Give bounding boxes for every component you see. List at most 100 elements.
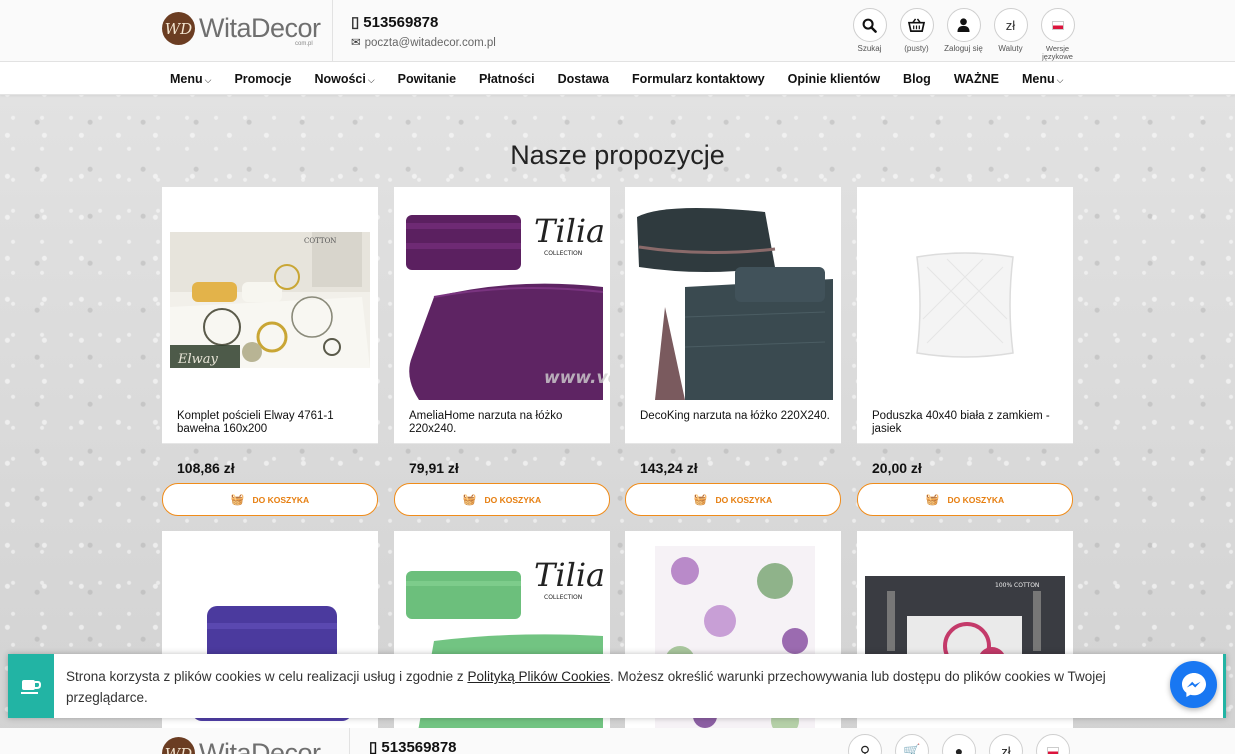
header-icon-bar: Szukaj (pusty) Zaloguj się zł Waluty Wer… <box>846 8 1081 60</box>
phone-number: 513569878 <box>381 739 457 754</box>
product-image[interactable] <box>625 187 841 407</box>
site-logo[interactable]: WD WitaDecor com.pl <box>162 12 321 47</box>
add-to-cart-label: Do koszyka <box>947 494 1005 505</box>
nav-label: Formularz kontaktowy <box>632 71 765 86</box>
section-title: Nasze propozycje <box>510 140 725 170</box>
basket-icon: 🧺 <box>925 494 940 506</box>
cookie-policy-link[interactable]: Polityką Plików Cookies <box>467 669 610 684</box>
product-price: 20,00 zł <box>872 460 922 476</box>
product-card[interactable]: Elway COTTON Komplet pościeli Elway 4761… <box>162 187 378 516</box>
product-card[interactable]: Tilia COLLECTION <box>394 531 610 754</box>
basket-icon[interactable]: 🛒 <box>895 734 929 754</box>
search-icon[interactable]: ⚲ <box>848 734 882 754</box>
language-flag-icon[interactable] <box>1036 734 1070 754</box>
cookie-text-before: Strona korzysta z plików cookies w celu … <box>66 669 468 684</box>
image-caption: Tilia <box>534 556 605 594</box>
nav-item-blog[interactable]: Blog <box>903 72 931 86</box>
card-divider <box>857 443 1073 444</box>
add-to-cart-label: Do koszyka <box>484 494 542 505</box>
logo-mark: WD <box>162 737 195 754</box>
product-image[interactable] <box>625 531 841 754</box>
phone-number: 513569878 <box>363 14 439 31</box>
product-price: 79,91 zł <box>409 460 459 476</box>
card-divider <box>625 443 841 444</box>
nav-label: WAŻNE <box>953 71 999 86</box>
chevron-down-icon: ⌵ <box>367 74 375 85</box>
nav-item-promocje[interactable]: Promocje <box>234 72 291 86</box>
product-image[interactable]: Tilia COLLECTION www.volpoint.pl <box>394 187 610 407</box>
nav-item-powitanie[interactable]: Powitanie <box>398 72 456 86</box>
nav-item-formularz[interactable]: Formularz kontaktowy <box>632 72 765 86</box>
logo-text: WitaDecor <box>199 13 321 43</box>
phone-icon: ▯ <box>369 739 382 754</box>
nav-item-platnosci[interactable]: Płatności <box>479 72 535 86</box>
basket-button[interactable]: (pusty) <box>893 8 940 60</box>
card-divider <box>162 443 378 444</box>
image-caption: COTTON <box>304 237 336 245</box>
chevron-down-icon: ⌵ <box>204 74 212 85</box>
nav-item-menu[interactable]: Menu ⌵ <box>170 72 211 86</box>
main-nav: Menu ⌵ Promocje Nowości ⌵ Powitanie Płatno… <box>0 62 1235 95</box>
login-button[interactable]: Zaloguj się <box>940 8 987 60</box>
basket-icon: 🧺 <box>462 494 477 506</box>
add-to-cart-button[interactable]: 🧺 Do koszyka <box>162 483 378 516</box>
coffee-cup-icon <box>21 680 42 694</box>
email-contact[interactable]: ✉ poczta@witadecor.com.pl <box>351 35 496 49</box>
image-caption: 100% COTTON <box>995 582 1039 589</box>
image-watermark: www.volpoint.pl <box>544 368 610 388</box>
currency-icon[interactable]: zł <box>989 734 1023 754</box>
nav-label: Menu <box>1021 71 1055 86</box>
product-card[interactable] <box>162 531 378 754</box>
add-to-cart-label: Do koszyka <box>252 494 310 505</box>
product-card[interactable]: Poduszka 40x40 biała z zamkiem - jasiek … <box>857 187 1073 516</box>
product-price: 143,24 zł <box>640 460 698 476</box>
product-image[interactable] <box>162 531 378 754</box>
add-to-cart-button[interactable]: 🧺 Do koszyka <box>857 483 1073 516</box>
product-card[interactable]: DecoKing narzuta na łóżko 220X240. 143,2… <box>625 187 841 516</box>
basket-icon <box>899 8 934 42</box>
cookie-banner: Strona korzysta z plików cookies w celu … <box>8 654 1226 718</box>
add-to-cart-button[interactable]: 🧺 Do koszyka <box>394 483 610 516</box>
basket-label: (pusty) <box>904 44 929 53</box>
nav-item-nowosci[interactable]: Nowości ⌵ <box>314 72 374 86</box>
product-name[interactable]: DecoKing narzuta na łóżko 220X240. <box>640 410 830 423</box>
logo-subtext: com.pl <box>295 41 313 47</box>
add-to-cart-label: Do koszyka <box>715 494 773 505</box>
product-name[interactable]: AmeliaHome narzuta na łóżko 220x240. <box>409 410 599 435</box>
search-button[interactable]: Szukaj <box>846 8 893 60</box>
image-caption: COLLECTION <box>544 594 582 601</box>
cookie-icon-box <box>8 654 54 718</box>
currency-label: Waluty <box>998 44 1023 53</box>
phone-contact[interactable]: ▯ 513569878 <box>351 13 438 31</box>
email-address: poczta@witadecor.com.pl <box>364 37 496 49</box>
product-image[interactable]: Elway COTTON <box>162 187 378 407</box>
product-image[interactable] <box>857 187 1073 407</box>
language-button[interactable]: Wersje językowe <box>1034 8 1081 60</box>
product-card[interactable]: 100% COTTON <box>857 531 1073 754</box>
card-divider <box>394 443 610 444</box>
nav-item-wazne[interactable]: WAŻNE <box>954 72 999 86</box>
messenger-chat-button[interactable] <box>1170 661 1217 708</box>
basket-icon: 🧺 <box>230 494 245 506</box>
product-image[interactable]: 100% COTTON <box>857 531 1073 754</box>
product-price: 108,86 zł <box>177 460 235 476</box>
add-to-cart-button[interactable]: 🧺 Do koszyka <box>625 483 841 516</box>
nav-label: Promocje <box>234 71 292 86</box>
currency-button[interactable]: zł Waluty <box>987 8 1034 60</box>
nav-label: Nowości <box>314 71 366 86</box>
product-image[interactable]: Tilia COLLECTION <box>394 531 610 754</box>
nav-item-opinie[interactable]: Opinie klientów <box>788 72 880 86</box>
phone-contact[interactable]: ▯ 513569878 <box>369 738 457 754</box>
cookie-message: Strona korzysta z plików cookies w celu … <box>66 666 1146 708</box>
logo-text: WitaDecor <box>199 738 321 754</box>
header-divider <box>332 0 333 62</box>
nav-label: Płatności <box>479 71 535 86</box>
product-name[interactable]: Komplet pościeli Elway 4761-1 bawełna 16… <box>177 410 367 435</box>
nav-item-dostawa[interactable]: Dostawa <box>558 72 609 86</box>
user-icon[interactable]: ● <box>942 734 976 754</box>
product-card[interactable] <box>625 531 841 754</box>
search-label: Szukaj <box>857 44 882 53</box>
product-name[interactable]: Poduszka 40x40 biała z zamkiem - jasiek <box>872 410 1062 435</box>
nav-item-menu-2[interactable]: Menu ⌵ <box>1022 72 1063 86</box>
product-card[interactable]: Tilia COLLECTION www.volpoint.pl AmeliaH… <box>394 187 610 516</box>
